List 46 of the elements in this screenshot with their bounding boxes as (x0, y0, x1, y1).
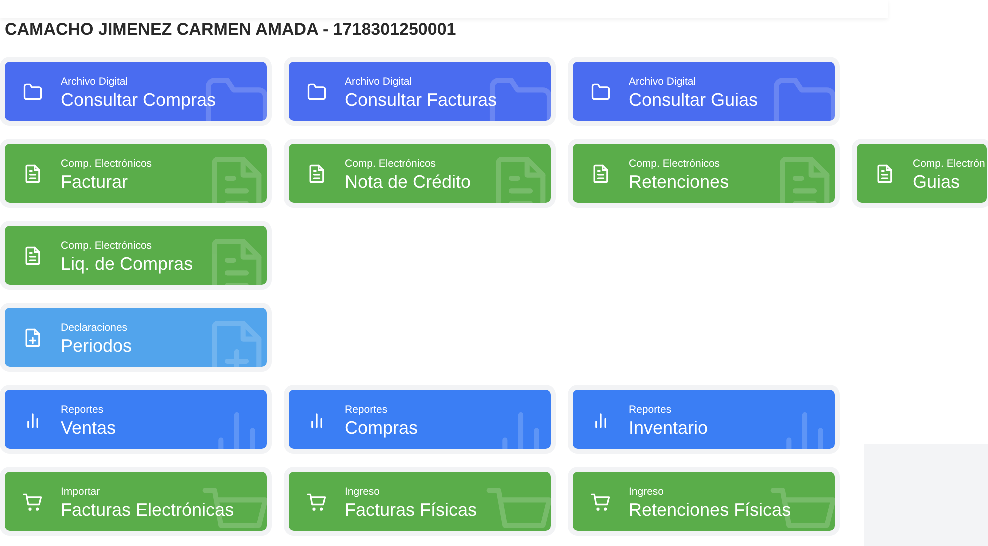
tile-label: Inventario (629, 417, 708, 439)
menu-tile[interactable]: Archivo Digital Consultar Guias (573, 62, 835, 121)
tile-category: Declaraciones (61, 322, 129, 335)
menu-tile[interactable]: Reportes Ventas (5, 390, 267, 449)
menu-tile[interactable]: Ingreso Retenciones Físicas (573, 472, 835, 531)
menu-tile[interactable]: Comp. Electrónicos Retenciones (573, 144, 835, 203)
menu-tile[interactable]: Comp. Electrónicos Liq. de Compras (5, 226, 267, 285)
tile-label: Retenciones (629, 171, 730, 193)
tile-category: Reportes (629, 404, 673, 417)
tile-label: Nota de Crédito (345, 171, 472, 193)
menu-tile[interactable]: Archivo Digital Consultar Facturas (289, 62, 551, 121)
tile-category: Comp. Electrónicos (61, 158, 152, 171)
menu-tile[interactable]: Reportes Compras (289, 390, 551, 449)
menu-tile[interactable]: Archivo Digital Consultar Compras (5, 62, 267, 121)
tile-label: Consultar Compras (61, 89, 216, 111)
tile-category: Archivo Digital (345, 76, 414, 89)
tile-label: Consultar Facturas (345, 89, 498, 111)
tile-label: Facturar (61, 171, 130, 193)
tile-category: Reportes (61, 404, 105, 417)
tile-label: Facturas Electrónicas (61, 499, 234, 521)
tile-label: Ventas (61, 417, 116, 439)
tile-category: Comp. Electrónicos (61, 240, 154, 253)
tile-category: Archivo Digital (629, 76, 698, 89)
tile-category: Comp. Electrónicos (345, 158, 438, 171)
menu-tile[interactable]: Declaraciones Periodos (5, 308, 267, 367)
tile-category: Ingreso (345, 486, 382, 499)
tile-label: Compras (345, 417, 418, 439)
page-title: CAMACHO JIMENEZ CARMEN AMADA - 1718301250001 (4, 19, 456, 40)
tile-label: Facturas Físicas (345, 499, 478, 521)
tile-category: Comp. Electrónicos (629, 158, 722, 171)
tile-label: Guias (913, 171, 962, 193)
tile-category: Reportes (345, 404, 389, 417)
menu-tile[interactable]: Importar Facturas Electrónicas (5, 472, 267, 531)
tile-category: Ingreso (629, 486, 666, 499)
menu-tile[interactable]: Comp. Electrónicos Facturar (5, 144, 267, 203)
menu-tile[interactable]: Ingreso Facturas Físicas (289, 472, 551, 531)
tile-label: Periodos (61, 335, 132, 357)
tile-label: Consultar Guias (629, 89, 758, 111)
tile-label: Retenciones Físicas (629, 499, 792, 521)
tile-category: Archivo Digital (61, 76, 130, 89)
menu-tile[interactable]: Reportes Inventario (573, 390, 835, 449)
menu-tile[interactable]: Comp. Electrónicos Nota de Crédito (289, 144, 551, 203)
tile-label: Liq. de Compras (61, 253, 194, 275)
tile-category: Importar (61, 486, 102, 499)
tile-category: Comp. Electrón (913, 158, 986, 171)
menu-tile[interactable]: Comp. Electrón Guias (857, 144, 987, 203)
